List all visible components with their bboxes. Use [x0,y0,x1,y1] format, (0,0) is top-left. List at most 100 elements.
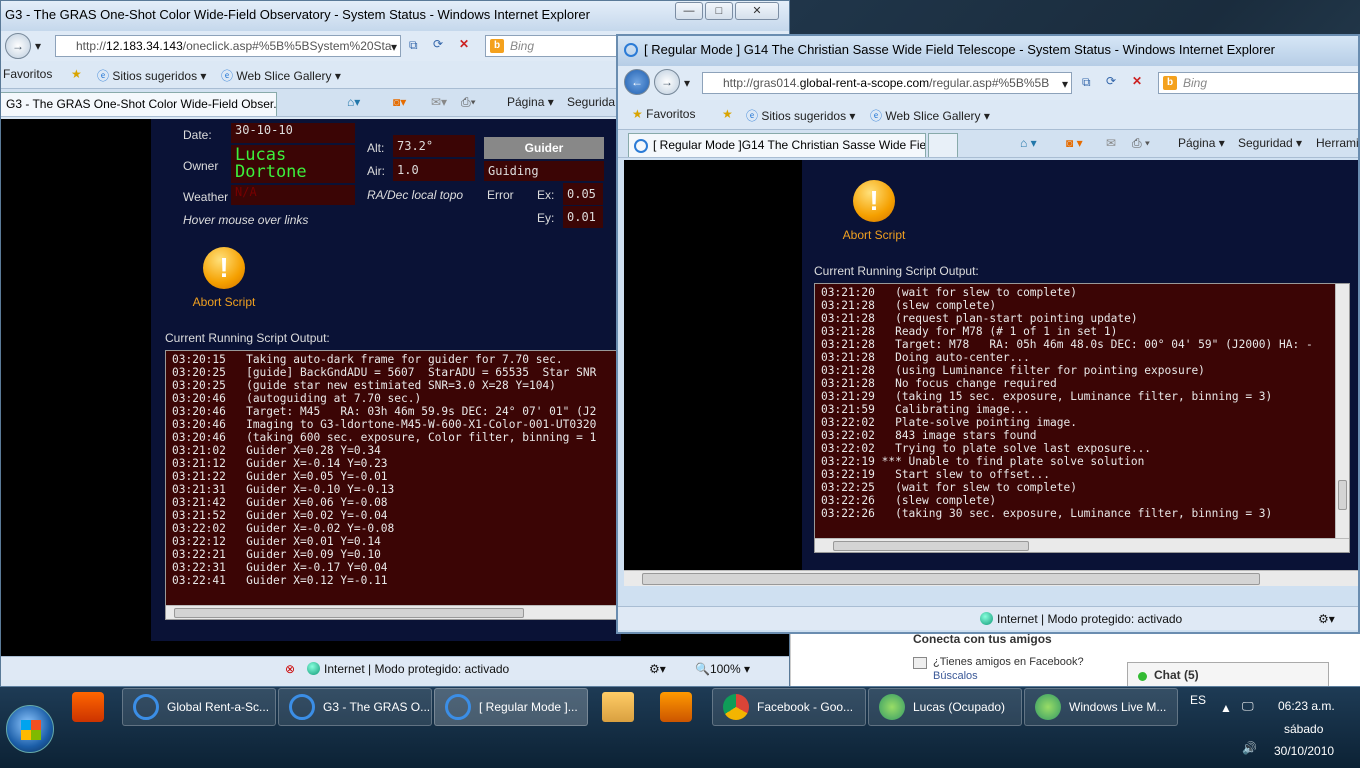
back-icon[interactable]: ← [624,69,650,95]
scroll-thumb[interactable] [174,608,524,618]
window-titlebar[interactable]: [ Regular Mode ] G14 The Christian Sasse… [618,36,1358,66]
history-dropdown-icon[interactable]: ▾ [684,76,690,90]
stop-icon[interactable]: ✕ [1132,74,1142,88]
favorites-button[interactable]: ★ Favoritos [632,107,695,121]
window-titlebar[interactable]: G3 - The GRAS One-Shot Color Wide-Field … [1,1,789,31]
maximize-button[interactable]: □ [705,2,733,20]
taskbar-item-facebook[interactable]: Facebook - Goo... [712,688,866,726]
zoom-control[interactable]: 🔍100% ▾ [695,662,750,676]
tools-menu[interactable]: Herrami [1316,136,1358,150]
horizontal-scrollbar[interactable] [815,538,1349,552]
navigation-bar: ← → ▾ http://gras014.global-rent-a-scope… [618,66,1358,100]
refresh-icon[interactable]: ⟳ [433,37,443,51]
chat-button[interactable]: Chat (5) [1127,662,1329,688]
home-icon[interactable]: ⌂▾ [347,95,360,109]
page-menu[interactable]: Página ▾ [1178,136,1225,150]
owner-label: Owner [183,159,219,173]
scroll-thumb[interactable] [642,573,1260,585]
forward-icon[interactable]: → [654,69,680,95]
minimize-button[interactable]: — [675,2,703,20]
compat-view-icon[interactable]: ⧉ [409,38,418,53]
guider-header[interactable]: Guider [484,137,604,159]
home-icon[interactable]: ⌂ ▾ [1020,136,1037,150]
log-line: 03:22:21 Guider X=0.09 Y=0.10 [172,548,381,561]
stop-icon[interactable]: ✕ [459,37,469,51]
tab-label: [ Regular Mode ]G14 The Christian Sasse … [653,138,926,152]
compat-view-icon[interactable]: ⧉ [1082,75,1091,90]
print-icon[interactable]: ⎙ ▾ [1132,136,1150,151]
suggested-sites-label: Sitios sugeridos ▾ [112,69,207,83]
history-dropdown-icon[interactable]: ▾ [35,39,41,53]
network-icon[interactable]: 🖵 [1242,699,1254,714]
scroll-thumb[interactable] [1338,480,1347,510]
address-dropdown-icon[interactable]: ▾ [391,40,397,54]
window-title: G3 - The GRAS One-Shot Color Wide-Field … [5,7,590,22]
mail-icon[interactable]: ✉ [1106,136,1116,150]
ey-value: 0.01 [563,206,603,228]
log-line: 03:21:20 (wait for slew to complete) [821,286,1077,299]
protected-mode-icon[interactable]: ⚙▾ [1318,612,1335,626]
log-line: 03:21:29 (taking 15 sec. exposure, Lumin… [821,390,1273,403]
taskbar-item-windows-live[interactable]: Windows Live M... [1024,688,1178,726]
explorer-icon[interactable] [602,692,634,722]
forward-icon[interactable]: → [5,33,31,59]
taskbar-item-regular-mode[interactable]: [ Regular Mode ]... [434,688,588,726]
language-indicator[interactable]: ES [1190,693,1206,707]
url-prefix: http:// [76,39,107,53]
address-dropdown-icon[interactable]: ▾ [1062,77,1068,91]
pinned-app-icon[interactable] [72,692,104,722]
ex-label: Ex: [537,188,555,202]
tab-g3[interactable]: G3 - The GRAS One-Shot Color Wide-Field … [1,92,277,116]
suggested-sites-link[interactable]: ⓔ Sitios sugeridos ▾ [746,107,855,124]
clock-time[interactable]: 06:23 a.m. [1278,699,1335,713]
new-tab-button[interactable] [928,133,958,157]
abort-label: Abort Script [842,228,906,242]
taskbar-item-messenger-lucas[interactable]: Lucas (Ocupado) [868,688,1022,726]
vertical-scrollbar[interactable] [1335,284,1349,538]
favorites-button[interactable]: Favoritos [3,67,52,81]
clock-date: 30/10/2010 [1274,744,1335,758]
address-bar[interactable]: http://gras014.global-rent-a-scope.com/r… [702,72,1072,94]
tab-g14[interactable]: [ Regular Mode ]G14 The Christian Sasse … [628,133,926,157]
script-output-log[interactable]: 03:21:20 (wait for slew to complete) 03:2… [814,283,1350,553]
web-slice-gallery-link[interactable]: ⓔ Web Slice Gallery ▾ [221,67,341,84]
volume-icon[interactable]: 🔊 [1242,741,1257,755]
log-line: 03:22:25 (wait for slew to complete) [821,481,1077,494]
date-value: 30-10-10 [231,123,355,143]
protected-mode-icon[interactable]: ⚙▾ [649,662,666,676]
abort-label: Abort Script [192,295,256,309]
script-output-log[interactable]: 03:20:15 Taking auto-dark frame for guid… [165,350,625,620]
security-menu[interactable]: Seguridad ▾ [1238,136,1302,150]
log-line: 03:22:26 (taking 30 sec. exposure, Lumin… [821,507,1273,520]
log-line: 03:20:25 [guide] BackGndADU = 5607 StarA… [172,366,597,379]
taskbar-item-global-rent[interactable]: Global Rent-a-Sc... [122,688,276,726]
abort-script-button[interactable]: ! Abort Script [183,247,265,309]
suggested-sites-link[interactable]: ⓔ Sitios sugeridos ▾ [97,67,206,84]
add-favorite-icon[interactable]: ★ [71,67,82,81]
url-host: global-rent-a-scope.com [799,76,930,90]
horizontal-scrollbar[interactable] [166,605,624,619]
log-line: 03:21:28 (slew complete) [821,299,997,312]
close-button[interactable]: ✕ [735,2,779,20]
print-icon[interactable]: ⎙▾ [461,95,476,110]
scroll-thumb[interactable] [833,541,1029,551]
security-menu[interactable]: Segurida [567,95,615,109]
page-horizontal-scrollbar[interactable] [624,570,1358,586]
mail-icon[interactable]: ✉▾ [431,95,447,109]
show-hidden-icons[interactable]: ▲ [1220,701,1232,715]
address-bar[interactable]: http://12.183.34.143/oneclick.asp#%5B%5B… [55,35,401,57]
rss-icon[interactable]: ◙▾ [393,95,406,109]
abort-script-button[interactable]: ! Abort Script [826,180,922,242]
media-player-icon[interactable] [660,692,692,722]
start-button[interactable] [6,705,54,753]
rss-icon[interactable]: ◙ ▾ [1066,136,1083,150]
ie-window-g14[interactable]: [ Regular Mode ] G14 The Christian Sasse… [616,34,1360,634]
taskbar-item-g3[interactable]: G3 - The GRAS O... [278,688,432,726]
ie-icon [289,694,315,720]
web-slice-gallery-link[interactable]: ⓔ Web Slice Gallery ▾ [870,107,990,124]
refresh-icon[interactable]: ⟳ [1106,74,1116,88]
page-menu[interactable]: Página ▾ [507,95,554,109]
search-input[interactable]: b Bing [1158,72,1358,94]
add-favorite-icon[interactable]: ★ [722,107,733,121]
fb-search-link[interactable]: Búscalos [933,670,978,682]
